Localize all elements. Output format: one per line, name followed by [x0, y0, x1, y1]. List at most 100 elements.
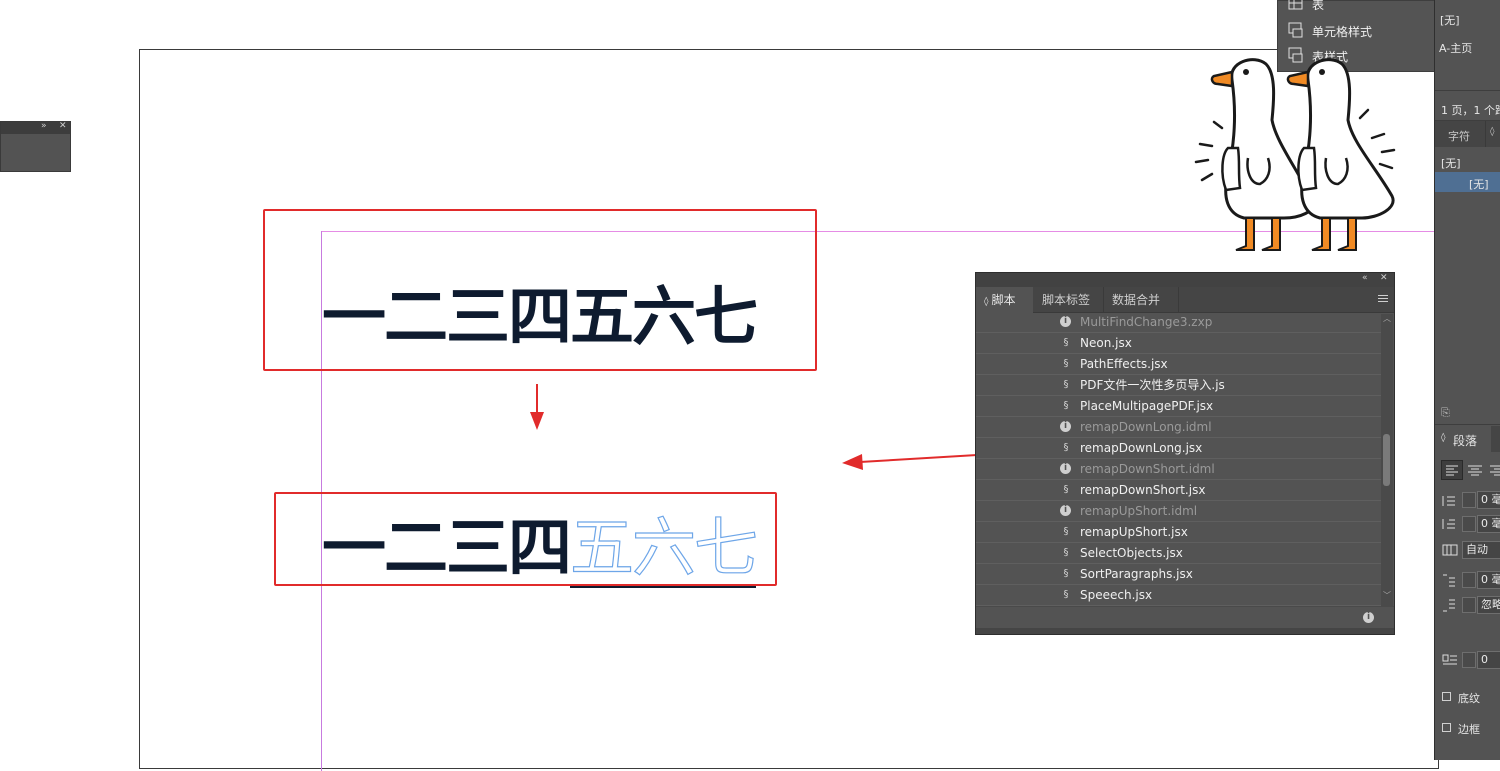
align-left-icon	[1446, 465, 1458, 476]
tab-scripts[interactable]: ◊ 脚本	[976, 287, 1033, 313]
script-list-item[interactable]: § remapUpShort.jsx	[976, 522, 1381, 543]
text-outlined: 五六七	[569, 511, 759, 588]
script-list-item[interactable]: i remapUpShort.idml	[976, 501, 1381, 522]
collapse-panel-icon[interactable]: «	[1362, 273, 1368, 283]
script-name: remapUpShort.jsx	[1080, 525, 1188, 539]
info-icon: i	[1060, 316, 1071, 327]
drop-cap-icon	[1442, 654, 1457, 665]
tab-chevron-icon[interactable]: ◊	[1490, 127, 1494, 137]
info-icon[interactable]: i	[1363, 612, 1374, 623]
paragraph-tabbar: ◊ 段落	[1435, 426, 1500, 452]
text-solid: 一二三四	[322, 512, 572, 586]
new-style-icon[interactable]: ⎘	[1441, 406, 1450, 420]
script-list-item[interactable]: i remapDownLong.idml	[976, 417, 1381, 438]
space-before-field[interactable]: 0 毫	[1477, 571, 1500, 589]
scroll-up-icon[interactable]: ︿	[1383, 313, 1391, 324]
expand-panel-icon[interactable]: »	[41, 121, 47, 131]
char-style-tabbar: 字符 ◊	[1435, 121, 1500, 147]
script-file-icon: §	[1063, 547, 1069, 558]
scrollbar-thumb[interactable]	[1383, 434, 1390, 486]
goose-illustration	[1194, 58, 1396, 251]
first-line-indent-icon	[1442, 519, 1455, 529]
space-before-icon	[1443, 574, 1455, 587]
space-after-stepper[interactable]	[1462, 597, 1476, 613]
script-file-icon: §	[1063, 400, 1069, 411]
pages-none-item[interactable]: [无]	[1440, 12, 1460, 28]
script-list-item[interactable]: § Speeech.jsx	[976, 585, 1381, 606]
script-list-item[interactable]: § SortParagraphs.jsx	[976, 564, 1381, 585]
tab-chevron-icon: ◊	[984, 297, 989, 307]
script-name: remapDownShort.jsx	[1080, 483, 1206, 497]
shading-label: 底纹	[1458, 692, 1480, 705]
collapsed-panel-titlebar[interactable]: » ✕	[1, 121, 70, 134]
scripts-panel-tabs: ◊ 脚本 脚本标签 数据合并	[976, 287, 1394, 313]
script-list-item[interactable]: § PDF文件一次性多页导入.js	[976, 375, 1381, 396]
menu-item-table[interactable]: 表	[1312, 0, 1324, 13]
info-icon: i	[1060, 463, 1071, 474]
text-frame-result[interactable]: 一二三四五六七	[322, 497, 759, 589]
script-name: SelectObjects.jsx	[1080, 546, 1183, 560]
pages-master-item[interactable]: A-主页	[1439, 40, 1472, 56]
right-dock-panel: [无] A-主页 1 页，1 个跨 字符 ◊ [无] [无] ⎘ ◊ 段落 0 …	[1434, 0, 1500, 760]
cell-style-icon	[1288, 22, 1303, 38]
script-list-item[interactable]: § Neon.jsx	[976, 333, 1381, 354]
tab-paragraph[interactable]: ◊ 段落	[1435, 426, 1491, 452]
border-checkbox[interactable]	[1442, 723, 1451, 732]
border-label: 边框	[1458, 723, 1480, 736]
script-list-item[interactable]: § remapDownShort.jsx	[976, 480, 1381, 501]
scripts-panel: « ✕ ◊ 脚本 脚本标签 数据合并 i MultiFindChange3.zxp §…	[975, 272, 1395, 635]
hamburger-icon[interactable]	[1378, 295, 1388, 302]
panel-resize-grip[interactable]	[976, 628, 1394, 634]
script-file-icon: §	[1063, 589, 1069, 600]
close-icon[interactable]: ✕	[1380, 273, 1388, 283]
script-file-icon: §	[1063, 358, 1069, 369]
left-indent-field[interactable]: 0 毫	[1477, 491, 1500, 509]
script-list-item[interactable]: § remapDownLong.jsx	[976, 438, 1381, 459]
script-name: MultiFindChange3.zxp	[1080, 315, 1213, 329]
script-name: SortParagraphs.jsx	[1080, 567, 1193, 581]
drop-cap-field[interactable]: 0	[1477, 651, 1500, 669]
auto-dropdown[interactable]: 自动	[1462, 541, 1500, 559]
down-arrow-annotation	[530, 384, 544, 430]
char-style-none-selected: [无]	[1469, 178, 1489, 191]
script-name: remapDownLong.idml	[1080, 420, 1212, 434]
menu-item-cell-style[interactable]: 单元格样式	[1312, 23, 1372, 40]
scripts-scrollbar[interactable]: ︿ ﹀	[1381, 314, 1393, 606]
script-name: PathEffects.jsx	[1080, 357, 1168, 371]
drop-cap-stepper[interactable]	[1462, 652, 1476, 668]
tab-data-merge[interactable]: 数据合并	[1103, 287, 1179, 313]
space-before-stepper[interactable]	[1462, 572, 1476, 588]
script-list-item[interactable]: § SelectObjects.jsx	[976, 543, 1381, 564]
left-indent-stepper[interactable]	[1462, 492, 1476, 508]
align-right-icon[interactable]	[1487, 461, 1500, 479]
char-style-none[interactable]: [无]	[1441, 155, 1461, 171]
scroll-down-icon[interactable]: ﹀	[1383, 590, 1391, 601]
info-icon: i	[1060, 505, 1071, 516]
align-left-button[interactable]	[1441, 460, 1463, 480]
script-list-item[interactable]: § PathEffects.jsx	[976, 354, 1381, 375]
script-name: remapDownShort.idml	[1080, 462, 1215, 476]
script-name: remapUpShort.idml	[1080, 504, 1198, 518]
space-after-icon	[1443, 599, 1455, 612]
shading-checkbox[interactable]	[1442, 692, 1451, 701]
pages-info: 1 页，1 个跨	[1441, 104, 1500, 117]
tab-char-styles[interactable]: 字符	[1448, 128, 1470, 144]
first-line-indent-stepper[interactable]	[1462, 516, 1476, 532]
scripts-panel-footer: i	[976, 606, 1394, 629]
close-icon[interactable]: ✕	[59, 121, 67, 131]
scripts-list: i MultiFindChange3.zxp § Neon.jsx § PathEffec…	[976, 314, 1381, 606]
script-name: PlaceMultipagePDF.jsx	[1080, 399, 1214, 413]
tab-script-label[interactable]: 脚本标签	[1034, 287, 1102, 313]
text-frame-original[interactable]: 一二三四五六七	[322, 266, 758, 358]
script-list-item[interactable]: i MultiFindChange3.zxp	[976, 314, 1381, 333]
script-list-item[interactable]: § PlaceMultipagePDF.jsx	[976, 396, 1381, 417]
divider	[1485, 121, 1486, 147]
divider	[1435, 90, 1500, 91]
align-center-icon[interactable]	[1465, 461, 1485, 479]
ignore-dropdown[interactable]: 忽略	[1477, 596, 1500, 614]
script-list-item[interactable]: i remapDownShort.idml	[976, 459, 1381, 480]
script-file-icon: §	[1063, 379, 1069, 390]
first-line-indent-field[interactable]: 0 毫	[1477, 515, 1500, 533]
char-style-selected-row[interactable]: [无]	[1435, 172, 1500, 192]
scripts-panel-titlebar[interactable]: « ✕	[976, 273, 1394, 287]
